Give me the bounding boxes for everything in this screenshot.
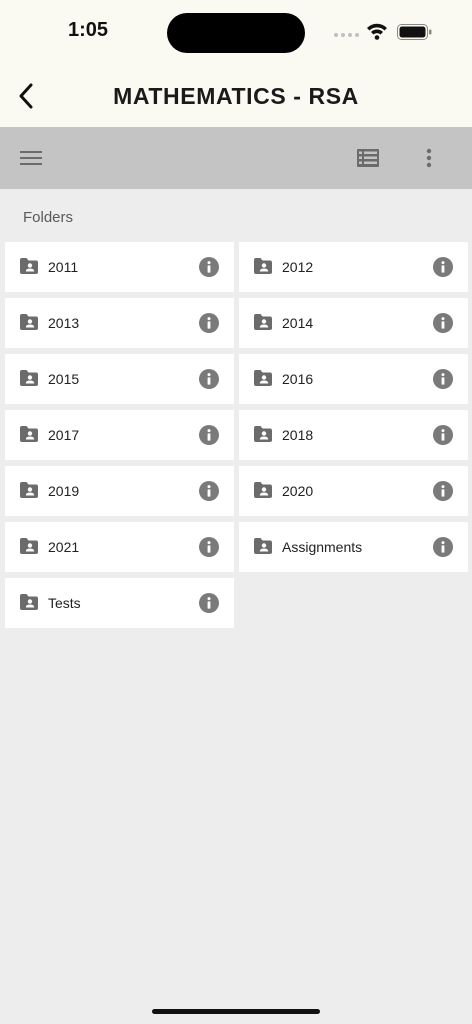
info-icon: [207, 485, 211, 497]
list-view-button[interactable]: [354, 144, 382, 172]
info-button[interactable]: [199, 537, 219, 557]
folder-name: 2019: [48, 483, 80, 499]
folder-grid: 2011 2012 2013 2014 2015 2016 2017 2018: [5, 242, 468, 628]
info-icon: [441, 261, 445, 273]
info-button[interactable]: [433, 481, 453, 501]
shared-folder-icon: [254, 370, 272, 386]
folder-name: 2021: [48, 539, 80, 555]
folder-card[interactable]: 2013: [5, 298, 234, 348]
info-button[interactable]: [199, 369, 219, 389]
info-icon: [441, 485, 445, 497]
shared-folder-icon: [254, 426, 272, 442]
toolbar: [0, 127, 472, 189]
list-view-icon: [357, 149, 379, 167]
folder-card[interactable]: 2019: [5, 466, 234, 516]
folder-name: 2020: [282, 483, 314, 499]
shared-folder-icon: [254, 482, 272, 498]
section-label: Folders: [23, 209, 74, 226]
shared-folder-icon: [20, 594, 38, 610]
status-time: 1:05: [68, 19, 109, 41]
info-button[interactable]: [199, 425, 219, 445]
folder-card[interactable]: 2018: [239, 410, 468, 460]
wifi-icon: [367, 23, 387, 40]
folder-name: 2017: [48, 427, 80, 443]
folder-card[interactable]: Assignments: [239, 522, 468, 572]
home-indicator[interactable]: [152, 1009, 320, 1014]
info-button[interactable]: [199, 593, 219, 613]
folder-card[interactable]: 2015: [5, 354, 234, 404]
info-icon: [207, 317, 211, 329]
folder-name: 2014: [282, 315, 314, 331]
folder-name: 2011: [48, 259, 79, 275]
info-icon: [207, 597, 211, 609]
hamburger-menu-icon: [20, 151, 42, 165]
dynamic-island: [167, 13, 305, 53]
cellular-signal-icon: [334, 33, 359, 37]
shared-folder-icon: [254, 538, 272, 554]
folder-name: 2018: [282, 427, 314, 443]
info-button[interactable]: [433, 257, 453, 277]
folder-card[interactable]: Tests: [5, 578, 234, 628]
folder-card[interactable]: 2020: [239, 466, 468, 516]
nav-header: MATHEMATICS - RSA: [0, 66, 472, 127]
shared-folder-icon: [20, 314, 38, 330]
shared-folder-icon: [254, 258, 272, 274]
folder-card[interactable]: 2017: [5, 410, 234, 460]
info-icon: [441, 541, 445, 553]
folder-name: Assignments: [282, 539, 363, 555]
info-button[interactable]: [433, 313, 453, 333]
info-icon: [207, 373, 211, 385]
info-icon: [207, 429, 211, 441]
info-button[interactable]: [199, 313, 219, 333]
shared-folder-icon: [20, 482, 38, 498]
info-button[interactable]: [433, 537, 453, 557]
info-button[interactable]: [433, 425, 453, 445]
folder-name: 2012: [282, 259, 314, 275]
info-icon: [441, 317, 445, 329]
shared-folder-icon: [20, 426, 38, 442]
menu-button[interactable]: [17, 144, 45, 172]
battery-icon: [397, 24, 432, 40]
info-icon: [441, 429, 445, 441]
folder-card[interactable]: 2011: [5, 242, 234, 292]
shared-folder-icon: [254, 314, 272, 330]
folder-name: 2013: [48, 315, 80, 331]
info-icon: [207, 541, 211, 553]
status-bar: 1:05: [0, 0, 472, 66]
folder-card[interactable]: 2016: [239, 354, 468, 404]
info-button[interactable]: [199, 481, 219, 501]
folder-name: Tests: [48, 595, 81, 611]
info-button[interactable]: [199, 257, 219, 277]
shared-folder-icon: [20, 258, 38, 274]
folder-card[interactable]: 2021: [5, 522, 234, 572]
folder-card[interactable]: 2012: [239, 242, 468, 292]
shared-folder-icon: [20, 538, 38, 554]
folder-name: 2016: [282, 371, 314, 387]
folder-name: 2015: [48, 371, 80, 387]
info-icon: [207, 261, 211, 273]
more-options-button[interactable]: [415, 144, 443, 172]
shared-folder-icon: [20, 370, 38, 386]
more-vertical-icon: [426, 148, 432, 168]
info-button[interactable]: [433, 369, 453, 389]
page-title: MATHEMATICS - RSA: [113, 83, 359, 109]
folder-card[interactable]: 2014: [239, 298, 468, 348]
info-icon: [441, 373, 445, 385]
